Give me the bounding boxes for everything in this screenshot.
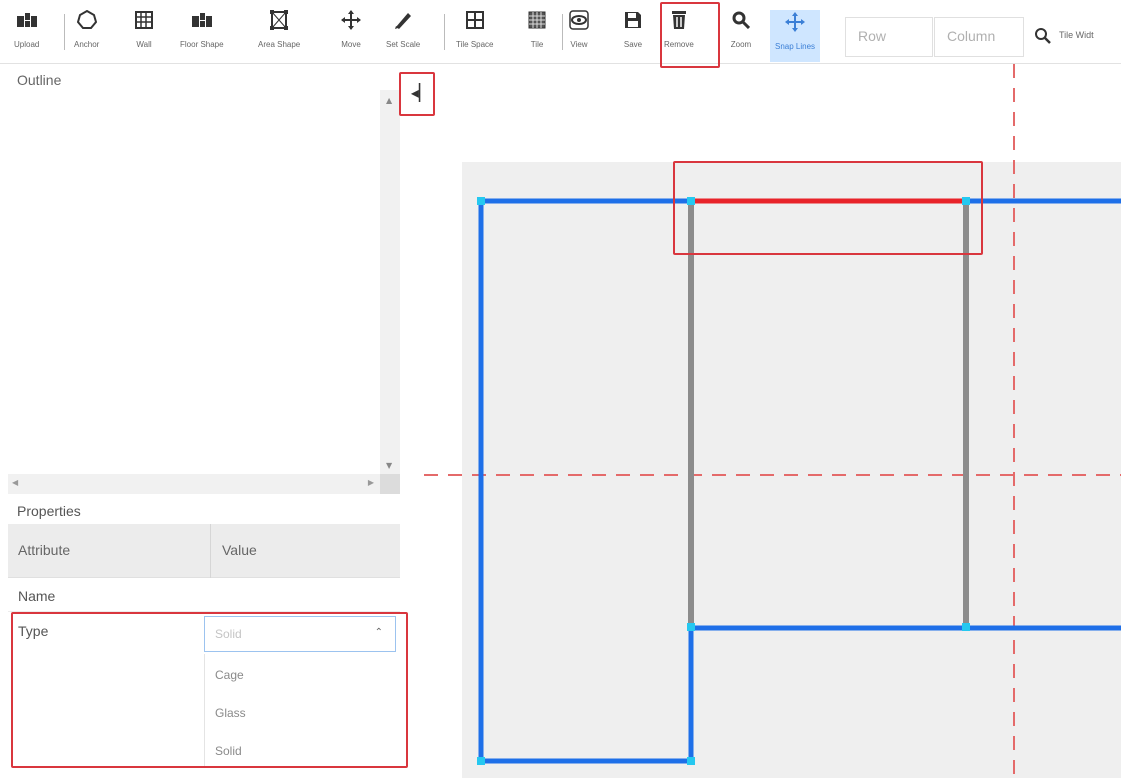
floppy-icon [622,8,644,32]
save-tool[interactable]: Save [622,8,644,60]
floor-plan-canvas[interactable] [404,64,1121,778]
trash-icon [668,8,690,32]
scroll-up-icon[interactable]: ▲ [386,96,392,105]
zoom-label: Zoom [730,40,752,49]
anchor-icon [76,8,98,32]
name-attribute-label: Name [18,588,56,604]
column-divider [210,524,211,578]
floor-shape-label: Floor Shape [180,40,224,49]
scroll-right-icon[interactable]: ▶ [368,478,374,487]
column-placeholder: Column [947,28,996,44]
area-shape-label: Area Shape [258,40,301,49]
row-input[interactable]: Row [845,17,933,57]
wall-tool[interactable]: Wall [133,8,155,60]
eye-icon [568,8,590,32]
move-label: Move [341,40,361,49]
tile-space-tool[interactable]: Tile Space [456,8,494,60]
wall-label: Wall [136,40,152,49]
toolbar-divider [64,14,65,50]
zoom-tool[interactable]: Zoom [730,8,752,60]
tile-icon [526,8,548,32]
vertex-handle[interactable] [687,623,695,631]
outline-vertical-scrollbar[interactable]: ▲ ▼ [380,90,400,474]
vertex-handle[interactable] [477,197,485,205]
toolbar-divider [562,14,563,50]
toolbar: Upload Anchor Wall Floor Shape Area Shap… [0,0,1121,64]
set-scale-tool[interactable]: Set Scale [386,8,420,60]
column-input[interactable]: Column [934,17,1024,57]
properties-title: Properties [17,503,81,519]
attribute-column-header: Attribute [18,542,71,558]
tile-label: Tile [530,40,544,49]
type-dropdown-menu: Cage Glass Solid [204,654,396,768]
anchor-label: Anchor [74,40,100,49]
collapse-left-icon: ◂▏ [410,82,432,102]
upload-tool[interactable]: Upload [14,8,39,60]
properties-header: Attribute Value [8,524,400,578]
snap-lines-label: Snap Lines [775,42,816,51]
tile-width-label: Tile Widt [1059,30,1094,40]
area-shape-tool[interactable]: Area Shape [258,8,300,60]
view-tool[interactable]: View [568,8,590,60]
floor-shape-tool[interactable]: Floor Shape [180,8,224,60]
scroll-left-icon[interactable]: ◀ [12,478,18,487]
outline-title: Outline [17,72,62,88]
type-attribute-label: Type [18,623,49,639]
outline-tree[interactable] [8,90,380,474]
type-option-solid[interactable]: Solid [215,744,242,758]
chevron-up-icon: ⌃ [374,627,383,638]
pencil-icon [392,8,414,32]
move-tool[interactable]: Move [340,8,362,60]
scrollbar-corner [380,474,400,494]
tile-space-label: Tile Space [456,40,494,49]
vertex-handle[interactable] [687,197,695,205]
snap-lines-icon [784,10,806,34]
wall-icon [133,8,155,32]
property-row-name: Name [8,580,400,612]
collapse-panel-button[interactable]: ◂▏ [407,80,435,104]
type-option-glass[interactable]: Glass [215,706,246,720]
vertex-handle[interactable] [962,623,970,631]
remove-label: Remove [664,40,694,49]
upload-icon [16,8,38,32]
set-scale-label: Set Scale [386,40,421,49]
floor-plan-drawing [424,64,1121,778]
move-icon [340,8,362,32]
vertex-handle[interactable] [477,757,485,765]
row-placeholder: Row [858,28,887,44]
floor-shape-icon [191,8,213,32]
floor-area [462,162,1121,778]
tile-tool[interactable]: Tile [526,8,548,60]
remove-tool[interactable]: Remove [664,8,694,60]
area-shape-icon [268,8,290,32]
scroll-down-icon[interactable]: ▼ [386,461,392,470]
type-select[interactable]: Solid ⌃ [204,616,396,652]
anchor-tool[interactable]: Anchor [74,8,99,60]
type-option-cage[interactable]: Cage [215,668,244,682]
type-select-value: Solid [215,627,242,641]
vertex-handle[interactable] [687,757,695,765]
view-label: View [570,40,588,49]
tile-space-icon [464,8,486,32]
value-column-header: Value [222,542,257,558]
search-icon[interactable] [1034,27,1052,49]
outline-horizontal-scrollbar[interactable]: ◀ ▶ [8,474,380,494]
save-label: Save [623,40,643,49]
toolbar-divider [444,14,445,50]
upload-label: Upload [14,40,40,49]
vertex-handle[interactable] [962,197,970,205]
zoom-icon [730,8,752,32]
snap-lines-tool[interactable]: Snap Lines [770,10,821,62]
